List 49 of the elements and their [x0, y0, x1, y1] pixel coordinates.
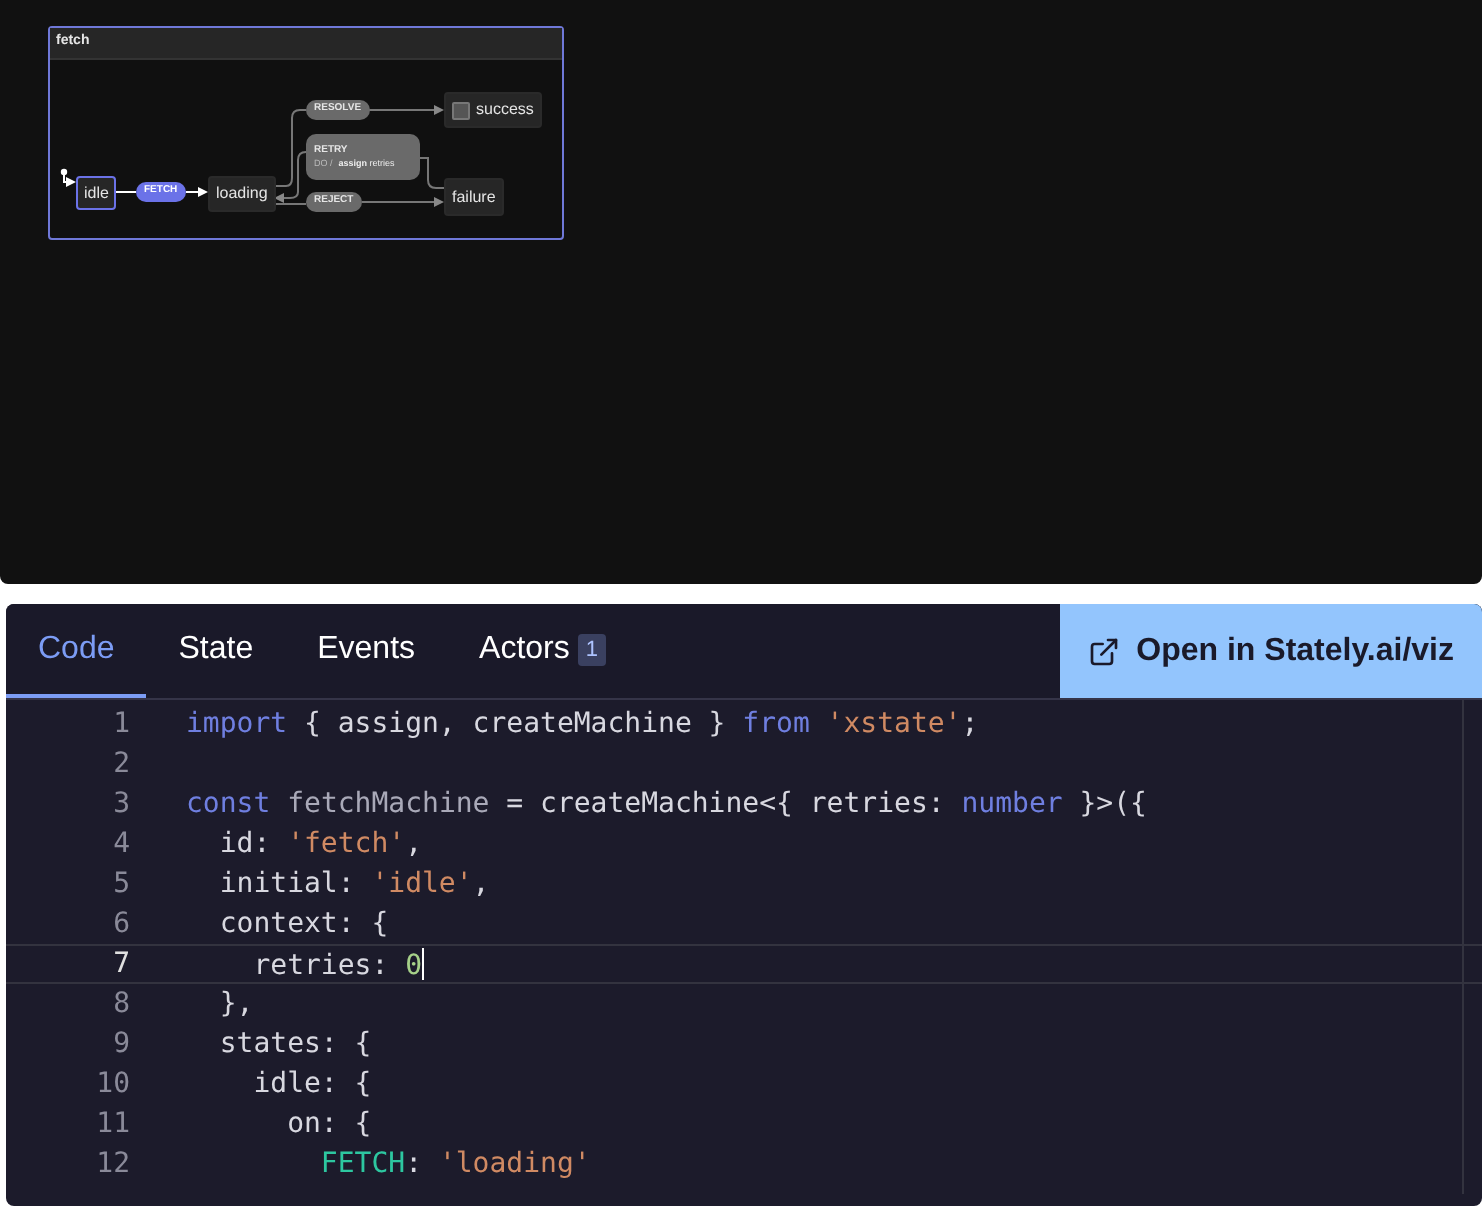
- transition-arrow: [367, 105, 444, 115]
- line-number: 1: [111, 705, 132, 743]
- tab[interactable]: State: [146, 604, 286, 698]
- state-node[interactable]: failure: [444, 178, 504, 216]
- line-number: 9: [111, 1025, 132, 1063]
- code-line: import { assign, createMachine } from 'xstate';: [186, 705, 979, 743]
- line-number: 8: [111, 985, 132, 1023]
- code-line: idle: {: [251, 1065, 372, 1103]
- code-line: states: {: [217, 1025, 372, 1063]
- tab[interactable]: Events: [285, 604, 448, 698]
- transition-arrow: [185, 187, 208, 197]
- line-number: 6: [111, 905, 132, 943]
- line-number: 2: [111, 745, 132, 783]
- transition-line: [273, 109, 307, 187]
- code-line: FETCH: 'loading': [318, 1145, 591, 1183]
- line-number: 10: [94, 1065, 132, 1103]
- line-number: 4: [111, 825, 132, 863]
- code-line: context: {: [217, 905, 389, 943]
- tab[interactable]: Code: [6, 604, 147, 698]
- text-cursor: [422, 947, 425, 979]
- state-node[interactable]: idle: [76, 176, 117, 210]
- line-number: 3: [111, 785, 132, 823]
- transition-line: [419, 157, 445, 189]
- line-number: 7: [111, 945, 132, 983]
- final-state-icon: [452, 101, 470, 119]
- transition-line: [115, 191, 137, 193]
- open-external-button[interactable]: Open in Stately.ai/viz: [1060, 604, 1482, 698]
- transition-arrow: [361, 197, 444, 207]
- line-number: 5: [111, 865, 132, 903]
- count-badge: 1: [577, 633, 606, 665]
- state-label: success: [476, 98, 534, 122]
- code-line: on: {: [285, 1105, 372, 1143]
- code-line: initial: 'idle',: [217, 865, 490, 903]
- tab[interactable]: Actors 1: [447, 604, 638, 698]
- state-node[interactable]: loading: [208, 176, 276, 212]
- code-line: id: 'fetch',: [217, 825, 423, 863]
- state-label: failure: [452, 185, 496, 209]
- line-number: 12: [94, 1145, 132, 1183]
- state-label: idle: [84, 181, 109, 205]
- transition-arrow: [274, 151, 307, 203]
- initial-arrow: [60, 168, 76, 187]
- code-line: retries: 0: [251, 945, 425, 985]
- state-node[interactable]: success: [444, 92, 542, 128]
- line-number: 11: [94, 1105, 132, 1143]
- state-label: loading: [216, 182, 268, 206]
- code-line: },: [217, 985, 254, 1023]
- external-link-icon: [1088, 635, 1121, 667]
- transition-line: [273, 203, 307, 205]
- code-line: const fetchMachine = createMachine<{ retries: number }>({: [186, 785, 1147, 823]
